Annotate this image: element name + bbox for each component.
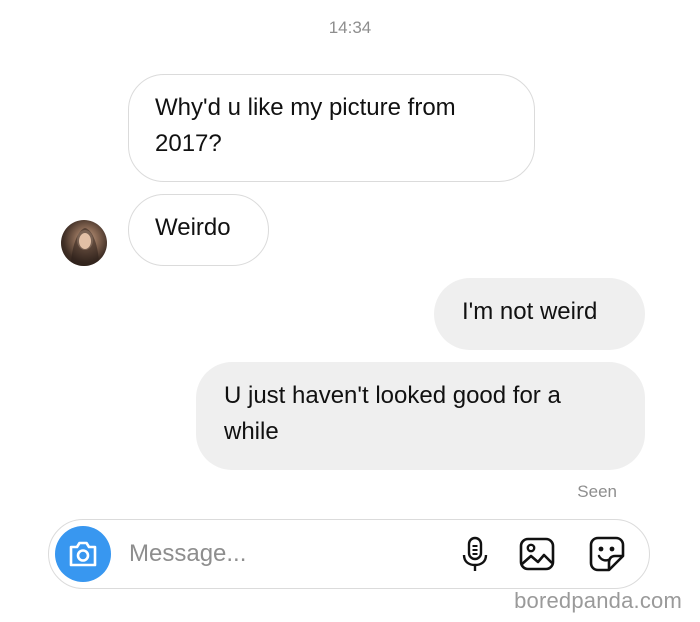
watermark: boredpanda.com	[514, 588, 682, 613]
message-input[interactable]	[129, 538, 429, 570]
message-composer	[48, 519, 650, 589]
gallery-button[interactable]	[517, 534, 557, 574]
microphone-icon	[462, 536, 488, 571]
received-message[interactable]: Weirdo	[128, 194, 269, 266]
sent-message[interactable]: I'm not weird	[434, 278, 645, 350]
contact-avatar[interactable]	[61, 220, 107, 266]
voice-message-button[interactable]	[455, 534, 495, 574]
avatar-image	[71, 228, 99, 266]
received-message[interactable]: Why'd u like my picture from 2017?	[128, 74, 535, 182]
seen-status: Seen	[577, 482, 617, 501]
camera-button[interactable]	[55, 526, 111, 582]
sticker-button[interactable]	[587, 534, 627, 574]
camera-icon	[69, 541, 97, 567]
sticker-icon	[589, 536, 625, 572]
sent-message[interactable]: U just haven't looked good for a while	[196, 362, 645, 470]
message-timestamp: 14:34	[328, 18, 372, 37]
image-icon	[519, 537, 555, 571]
